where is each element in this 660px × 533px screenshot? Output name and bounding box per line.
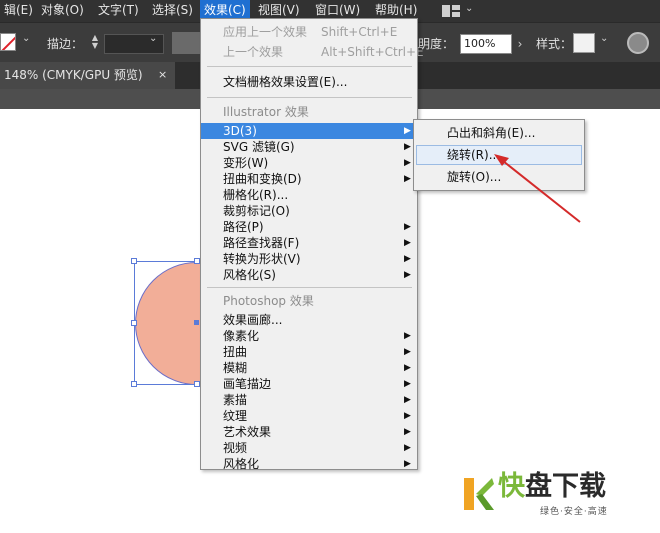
watermark-k-icon: [464, 478, 494, 510]
menu-item-distort[interactable]: 扭曲 ▶: [201, 344, 417, 360]
menu-item-document-raster-settings[interactable]: 文档栅格效果设置(E)...: [201, 74, 417, 90]
menu-item-texture[interactable]: 纹理 ▶: [201, 408, 417, 424]
workspace-switcher-icon[interactable]: [442, 5, 460, 17]
style-label: 样式：: [536, 37, 573, 51]
submenu-arrow-icon: ▶: [404, 459, 411, 469]
chevron-down-icon[interactable]: ⌄: [465, 3, 473, 14]
resize-handle[interactable]: [131, 381, 137, 387]
menu-item-video[interactable]: 视频 ▶: [201, 440, 417, 456]
menu-item-sketch[interactable]: 素描 ▶: [201, 392, 417, 408]
menu-item-blur[interactable]: 模糊 ▶: [201, 360, 417, 376]
menu-item-apply-last-effect[interactable]: 应用上一个效果 Shift+Ctrl+E: [201, 24, 417, 40]
submenu-arrow-icon: ▶: [404, 174, 411, 184]
stroke-label: 描边：: [47, 37, 84, 51]
center-point: [194, 320, 199, 325]
submenu-arrow-icon: ▶: [404, 222, 411, 232]
menu-type[interactable]: 文字(T): [94, 0, 143, 22]
submenu-arrow-icon: ▶: [404, 270, 411, 280]
photoshop-effects-heading: Photoshop 效果: [223, 294, 314, 308]
watermark-logo: 快盘下载 绿色·安全·高速: [462, 470, 652, 520]
submenu-arrow-icon: ▶: [404, 158, 411, 168]
submenu-arrow-icon: ▶: [404, 331, 411, 341]
resize-handle[interactable]: [131, 258, 137, 264]
submenu-arrow-icon: ▶: [404, 363, 411, 373]
menu-item-last-effect[interactable]: 上一个效果 Alt+Shift+Ctrl+E: [201, 44, 424, 60]
submenu-arrow-icon: ▶: [404, 411, 411, 421]
fill-none-swatch[interactable]: [0, 33, 16, 51]
menu-item-warp[interactable]: 变形(W) ▶: [201, 155, 417, 171]
submenu-arrow-icon: ▶: [404, 238, 411, 248]
chevron-down-icon[interactable]: ⌄: [600, 33, 608, 44]
menu-item-artistic[interactable]: 艺术效果 ▶: [201, 424, 417, 440]
watermark-title: 快盘下载: [498, 471, 606, 502]
submenu-arrow-icon: ▶: [404, 254, 411, 264]
submenu-arrow-icon: ▶: [404, 427, 411, 437]
watermark-tagline: 绿色·安全·高速: [540, 507, 608, 517]
menu-select[interactable]: 选择(S): [148, 0, 197, 22]
menu-item-svg-filters[interactable]: SVG 滤镜(G) ▶: [201, 139, 417, 155]
chevron-right-icon[interactable]: ›: [512, 34, 528, 54]
menu-item-convert-to-shape[interactable]: 转换为形状(V) ▶: [201, 251, 417, 267]
recolor-artwork-icon[interactable]: [627, 32, 649, 54]
submenu-arrow-icon: ▶: [404, 142, 411, 152]
close-icon[interactable]: ×: [158, 62, 167, 88]
chevron-down-icon[interactable]: ⌄: [22, 33, 30, 44]
submenu-arrow-icon: ▶: [404, 126, 411, 136]
stroke-stepper[interactable]: ▲ ▼: [88, 34, 102, 52]
effect-menu: 应用上一个效果 Shift+Ctrl+E 上一个效果 Alt+Shift+Ctr…: [200, 18, 424, 472]
menu-item-distort-transform[interactable]: 扭曲和变换(D) ▶: [201, 171, 417, 187]
menu-item-effect-gallery[interactable]: 效果画廊...: [201, 312, 417, 328]
submenu-arrow-icon: ▶: [404, 379, 411, 389]
menu-separator: [207, 287, 412, 288]
chevron-down-icon[interactable]: ⌄: [149, 33, 157, 44]
3d-submenu: 凸出和斜角(E)... 绕转(R)... 旋转(O)...: [413, 119, 585, 191]
menu-item-path[interactable]: 路径(P) ▶: [201, 219, 417, 235]
variable-width-profile[interactable]: [172, 32, 202, 54]
submenu-item-extrude-bevel[interactable]: 凸出和斜角(E)...: [416, 123, 582, 143]
menu-item-stylize-photoshop[interactable]: 风格化 ▶: [201, 456, 417, 472]
menu-object[interactable]: 对象(O): [37, 0, 88, 22]
menu-item-rasterize[interactable]: 栅格化(R)...: [201, 187, 417, 203]
submenu-arrow-icon: ▶: [404, 443, 411, 453]
submenu-item-rotate[interactable]: 旋转(O)...: [416, 167, 582, 187]
submenu-item-revolve[interactable]: 绕转(R)...: [416, 145, 582, 165]
submenu-arrow-icon: ▶: [404, 395, 411, 405]
menu-item-brush-strokes[interactable]: 画笔描边 ▶: [201, 376, 417, 392]
graphic-style-swatch[interactable]: [573, 33, 595, 53]
menu-item-stylize[interactable]: 风格化(S) ▶: [201, 267, 417, 283]
resize-handle[interactable]: [131, 320, 137, 326]
menu-item-crop-marks[interactable]: 裁剪标记(O): [201, 203, 417, 219]
document-tab[interactable]: 148% (CMYK/GPU 预览) ×: [0, 62, 175, 89]
menu-edit[interactable]: 辑(E): [0, 0, 37, 22]
menu-separator: [207, 97, 412, 98]
illustrator-effects-heading: Illustrator 效果: [223, 105, 309, 119]
document-tab-label: 148% (CMYK/GPU 预览): [4, 68, 143, 82]
opacity-field[interactable]: 100%: [460, 34, 512, 54]
menu-separator: [207, 66, 412, 67]
menu-item-pathfinder[interactable]: 路径查找器(F) ▶: [201, 235, 417, 251]
submenu-arrow-icon: ▶: [404, 347, 411, 357]
menu-item-pixelate[interactable]: 像素化 ▶: [201, 328, 417, 344]
menu-item-3d[interactable]: 3D(3) ▶: [201, 123, 417, 139]
